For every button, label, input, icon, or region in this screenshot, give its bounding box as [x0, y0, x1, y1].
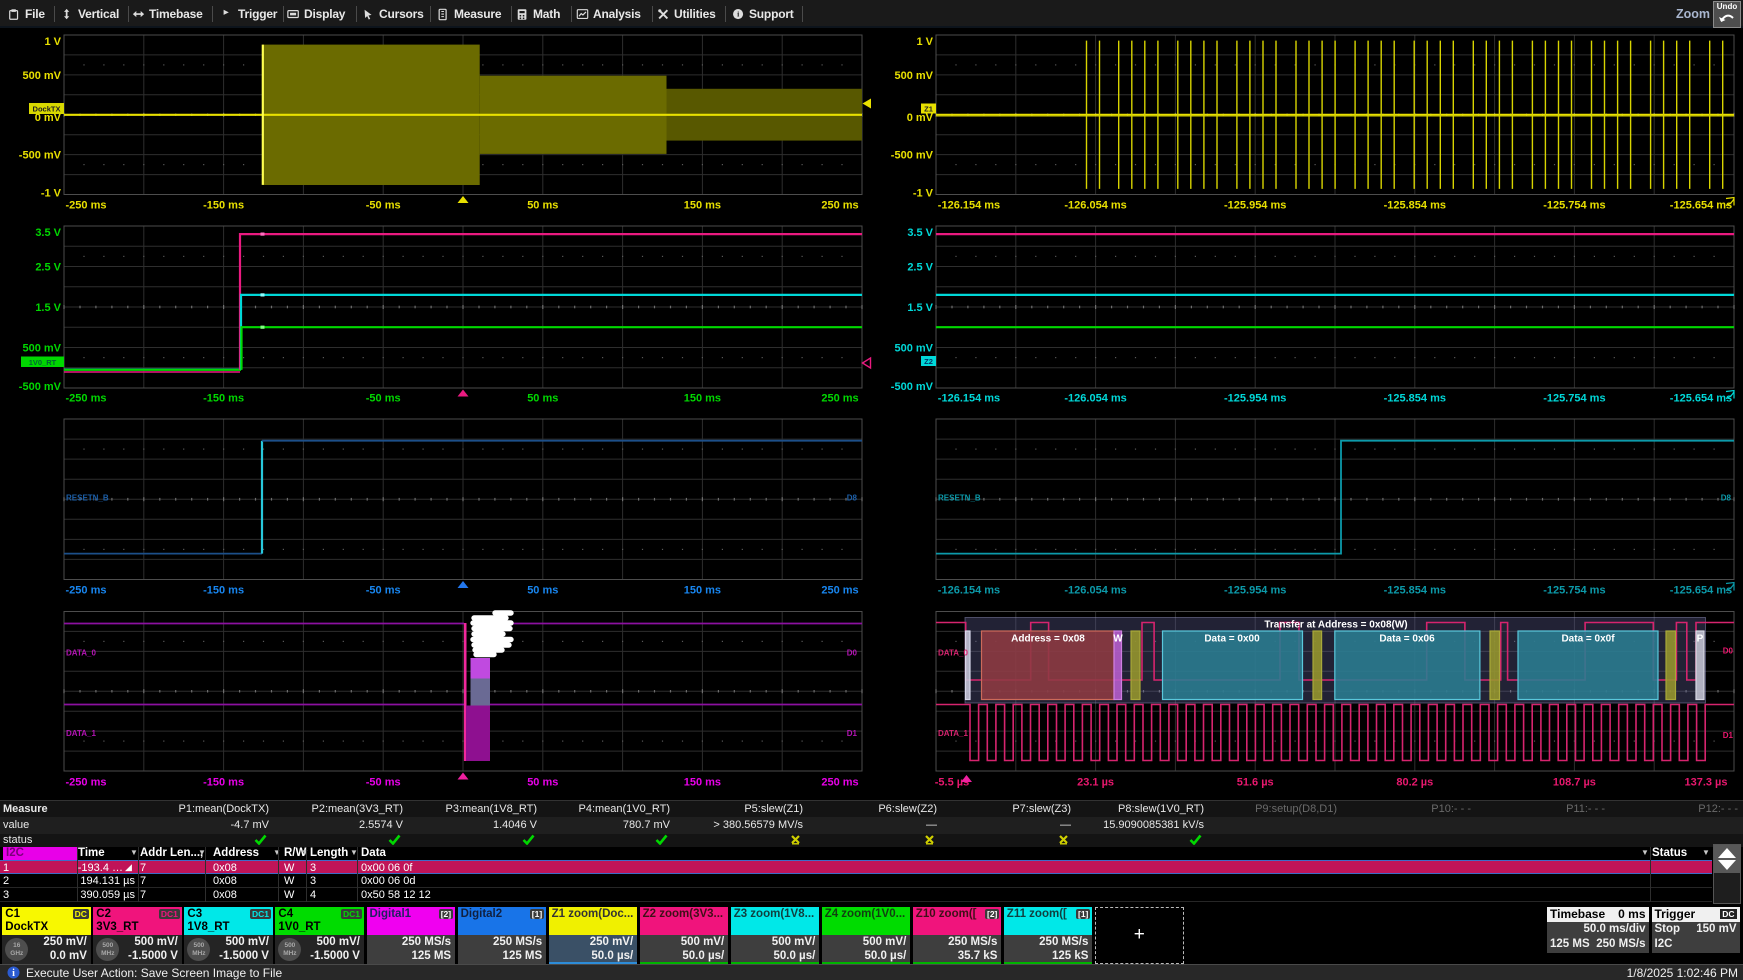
svg-text:-50 ms: -50 ms — [366, 200, 401, 212]
svg-text:250 ms: 250 ms — [821, 777, 858, 789]
svg-text:-125.654 ms: -125.654 ms — [1670, 200, 1732, 212]
svg-text:-125.954 ms: -125.954 ms — [1224, 585, 1286, 597]
svg-text:-126.054 ms: -126.054 ms — [1064, 393, 1126, 405]
svg-text:250 ms: 250 ms — [821, 393, 858, 405]
svg-text:2.5 V: 2.5 V — [907, 262, 933, 274]
svg-text:Data = 0x00: Data = 0x00 — [1204, 634, 1260, 645]
svg-text:500 mV: 500 mV — [22, 343, 61, 355]
svg-text:150 ms: 150 ms — [684, 200, 721, 212]
svg-text:-125.754 ms: -125.754 ms — [1543, 200, 1605, 212]
svg-text:D8: D8 — [847, 494, 858, 503]
svg-text:D1: D1 — [1723, 731, 1734, 740]
svg-text:DATA_1: DATA_1 — [66, 729, 96, 738]
svg-text:RESETN_B: RESETN_B — [66, 494, 109, 503]
svg-text:Address = 0x08: Address = 0x08 — [1011, 634, 1085, 645]
svg-text:DockTX: DockTX — [33, 105, 61, 114]
svg-text:3.5 V: 3.5 V — [35, 227, 61, 239]
svg-text:150 ms: 150 ms — [684, 393, 721, 405]
svg-text:500 mV: 500 mV — [894, 343, 933, 355]
svg-text:i: i — [12, 968, 15, 979]
svg-text:3.5 V: 3.5 V — [907, 227, 933, 239]
svg-text:-126.054 ms: -126.054 ms — [1064, 200, 1126, 212]
svg-text:50 ms: 50 ms — [527, 585, 558, 597]
svg-text:-150 ms: -150 ms — [203, 393, 244, 405]
svg-text:-250 ms: -250 ms — [66, 585, 107, 597]
svg-text:500 mV: 500 mV — [894, 70, 933, 82]
svg-text:250 ms: 250 ms — [821, 200, 858, 212]
svg-text:Transfer at Address = 0x08(W): Transfer at Address = 0x08(W) — [1264, 620, 1407, 631]
svg-text:-50 ms: -50 ms — [366, 777, 401, 789]
svg-text:80.2 µs: 80.2 µs — [1396, 777, 1433, 789]
svg-text:-125.954 ms: -125.954 ms — [1224, 393, 1286, 405]
svg-text:-126.054 ms: -126.054 ms — [1064, 585, 1126, 597]
svg-text:137.3 µs: 137.3 µs — [1684, 777, 1727, 789]
svg-text:1V0_RT: 1V0_RT — [29, 358, 57, 367]
svg-text:D8: D8 — [1721, 494, 1732, 503]
svg-text:51.6 µs: 51.6 µs — [1237, 777, 1274, 789]
svg-text:DATA_0: DATA_0 — [938, 649, 968, 658]
svg-text:150 ms: 150 ms — [684, 777, 721, 789]
svg-text:W: W — [1113, 634, 1123, 645]
svg-text:-1 V: -1 V — [913, 188, 934, 200]
svg-text:-500 mV: -500 mV — [891, 150, 934, 162]
svg-text:P: P — [1697, 634, 1704, 645]
svg-text:50 ms: 50 ms — [527, 777, 558, 789]
svg-text:0 mV: 0 mV — [907, 112, 934, 124]
svg-text:1.5 V: 1.5 V — [35, 302, 61, 314]
svg-text:-150 ms: -150 ms — [203, 585, 244, 597]
svg-text:-150 ms: -150 ms — [203, 777, 244, 789]
svg-text:1 V: 1 V — [44, 36, 61, 48]
svg-text:-500 mV: -500 mV — [891, 381, 934, 393]
svg-text:-126.154 ms: -126.154 ms — [938, 585, 1000, 597]
svg-text:250 ms: 250 ms — [821, 585, 858, 597]
svg-text:50 ms: 50 ms — [527, 393, 558, 405]
svg-text:500 mV: 500 mV — [22, 70, 61, 82]
svg-text:-500 mV: -500 mV — [19, 150, 62, 162]
svg-text:Z1: Z1 — [924, 105, 933, 114]
svg-text:Data = 0x06: Data = 0x06 — [1379, 634, 1435, 645]
svg-text:D0: D0 — [1723, 647, 1734, 656]
svg-text:-50 ms: -50 ms — [366, 585, 401, 597]
svg-text:-125.854 ms: -125.854 ms — [1384, 585, 1446, 597]
svg-text:-126.154 ms: -126.154 ms — [938, 393, 1000, 405]
svg-text:-126.154 ms: -126.154 ms — [938, 200, 1000, 212]
svg-text:23.1 µs: 23.1 µs — [1077, 777, 1114, 789]
svg-text:-500 mV: -500 mV — [19, 381, 62, 393]
svg-text:-150 ms: -150 ms — [203, 200, 244, 212]
svg-text:-125.954 ms: -125.954 ms — [1224, 200, 1286, 212]
svg-text:-125.654 ms: -125.654 ms — [1670, 585, 1732, 597]
svg-text:150 ms: 150 ms — [684, 585, 721, 597]
svg-text:-250 ms: -250 ms — [66, 393, 107, 405]
svg-text:D1: D1 — [847, 729, 858, 738]
svg-text:RESETN_B: RESETN_B — [938, 494, 981, 503]
svg-text:1.5 V: 1.5 V — [907, 302, 933, 314]
svg-text:50 ms: 50 ms — [527, 200, 558, 212]
svg-text:2.5 V: 2.5 V — [35, 262, 61, 274]
svg-text:-125.654 ms: -125.654 ms — [1670, 393, 1732, 405]
svg-text:-50 ms: -50 ms — [366, 393, 401, 405]
svg-text:108.7 µs: 108.7 µs — [1553, 777, 1596, 789]
svg-text:Z2: Z2 — [924, 357, 933, 366]
svg-text:Data = 0x0f: Data = 0x0f — [1561, 634, 1615, 645]
svg-text:D0: D0 — [847, 649, 858, 658]
svg-text:-125.754 ms: -125.754 ms — [1543, 393, 1605, 405]
svg-text:DATA_1: DATA_1 — [938, 729, 968, 738]
svg-text:-125.754 ms: -125.754 ms — [1543, 585, 1605, 597]
svg-text:-125.854 ms: -125.854 ms — [1384, 393, 1446, 405]
svg-text:-125.854 ms: -125.854 ms — [1384, 200, 1446, 212]
svg-text:-250 ms: -250 ms — [66, 200, 107, 212]
svg-text:1 V: 1 V — [916, 36, 933, 48]
svg-text:-1 V: -1 V — [41, 188, 62, 200]
svg-text:DATA_0: DATA_0 — [66, 649, 96, 658]
svg-text:-250 ms: -250 ms — [66, 777, 107, 789]
